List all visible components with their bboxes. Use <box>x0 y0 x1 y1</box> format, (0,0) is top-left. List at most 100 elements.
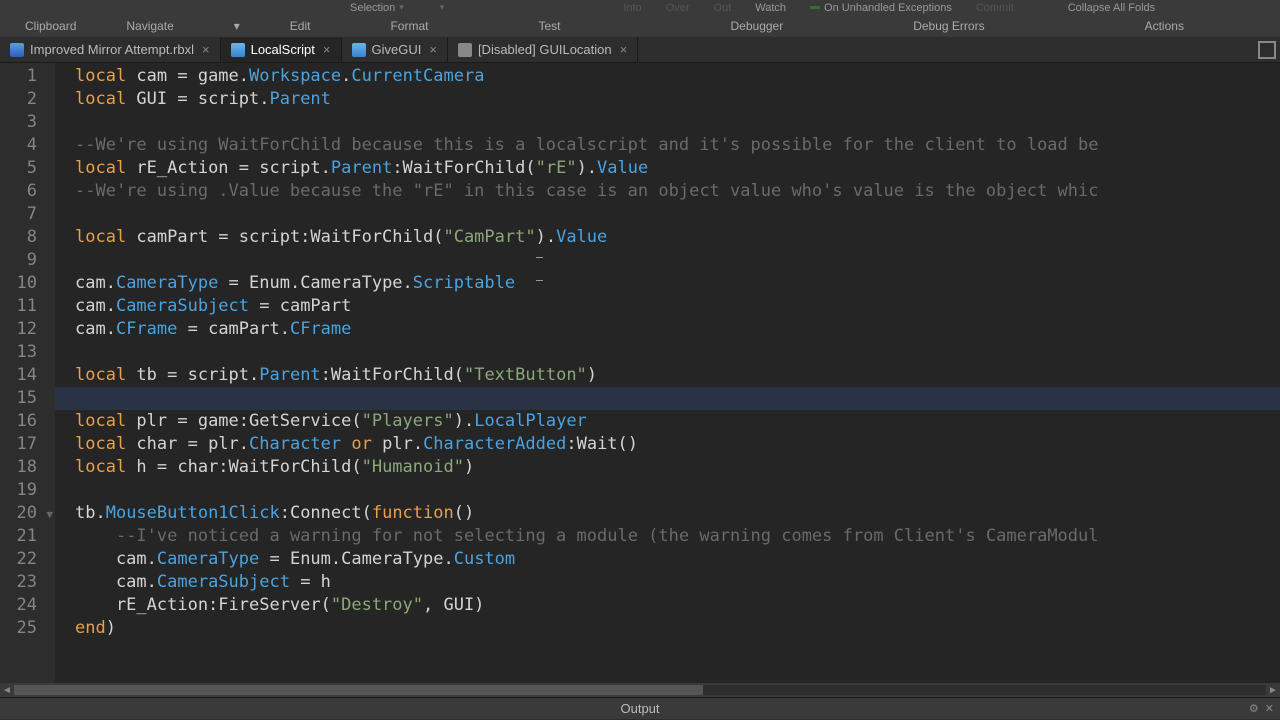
exception-toggle[interactable]: On Unhandled Exceptions <box>798 0 964 15</box>
chevron-down-icon: ▾ <box>399 2 404 13</box>
output-label: Output <box>620 701 659 716</box>
code-line[interactable]: local char = plr.Character or plr.Charac… <box>55 433 1280 456</box>
line-number: 16 <box>0 410 55 433</box>
line-number: 23 <box>0 571 55 594</box>
code-line[interactable]: local tb = script.Parent:WaitForChild("T… <box>55 364 1280 387</box>
close-icon[interactable]: × <box>323 42 331 57</box>
clipboard-group[interactable]: Clipboard <box>0 15 101 37</box>
code-line[interactable]: cam.CameraType = Enum.CameraType.Custom <box>55 548 1280 571</box>
line-number: 3 <box>0 111 55 134</box>
code-line[interactable]: --We're using WaitForChild because this … <box>55 134 1280 157</box>
code-line[interactable]: cam.CameraType = Enum.CameraType.Scripta… <box>55 272 1280 295</box>
close-icon[interactable]: × <box>620 42 628 57</box>
line-number: 8 <box>0 226 55 249</box>
tab-label: LocalScript <box>251 42 315 57</box>
code-line[interactable] <box>55 249 1280 272</box>
line-number: 2 <box>0 88 55 111</box>
chevron-down-icon: ▾ <box>440 2 445 13</box>
scroll-right-icon[interactable]: ► <box>1266 685 1280 696</box>
code-area[interactable]: local cam = game.Workspace.CurrentCamera… <box>55 63 1280 683</box>
watch-button[interactable]: Watch <box>743 0 798 15</box>
line-number: 10 <box>0 272 55 295</box>
line-number: 5 <box>0 157 55 180</box>
chevron-down-icon[interactable]: ▾ <box>234 19 240 33</box>
actions-group[interactable]: Actions <box>1120 15 1209 37</box>
code-line[interactable]: tb.MouseButton1Click:Connect(function() <box>55 502 1280 525</box>
line-number: 24 <box>0 594 55 617</box>
line-number: 12 <box>0 318 55 341</box>
code-line[interactable]: end) <box>55 617 1280 640</box>
code-line[interactable]: cam.CameraSubject = camPart <box>55 295 1280 318</box>
line-number: 7 <box>0 203 55 226</box>
code-line[interactable]: local h = char:WaitForChild("Humanoid") <box>55 456 1280 479</box>
debug-errors-group[interactable]: Debug Errors <box>888 15 1009 37</box>
output-settings-icon[interactable]: ⚙ <box>1249 702 1259 715</box>
debugger-group[interactable]: Debugger <box>706 15 809 37</box>
step-into-button[interactable]: Into <box>611 0 653 15</box>
code-line[interactable] <box>55 203 1280 226</box>
document-tab[interactable]: Improved Mirror Attempt.rbxl × <box>0 37 221 62</box>
code-line[interactable]: local cam = game.Workspace.CurrentCamera <box>55 65 1280 88</box>
edit-group[interactable]: Edit <box>265 15 336 37</box>
output-panel-header[interactable]: Output ⚙ ✕ <box>0 697 1280 719</box>
code-line[interactable]: --We're using .Value because the "rE" in… <box>55 180 1280 203</box>
code-line[interactable] <box>55 111 1280 134</box>
script-icon <box>231 43 245 57</box>
line-number: 18 <box>0 456 55 479</box>
format-group[interactable]: Format <box>365 15 453 37</box>
ribbon-row-1: Selection▾ ▾ Into Over Out Watch On Unha… <box>0 0 1280 15</box>
code-line[interactable]: local plr = game:GetService("Players").L… <box>55 410 1280 433</box>
commit-button[interactable]: Commit <box>964 0 1026 15</box>
code-line[interactable]: --I've noticed a warning for not selecti… <box>55 525 1280 548</box>
line-number: 6 <box>0 180 55 203</box>
tab-label: GiveGUI <box>372 42 422 57</box>
document-tab[interactable]: [Disabled] GUILocation × <box>448 37 638 62</box>
selection-menu[interactable]: Selection▾ <box>338 0 416 15</box>
scroll-track[interactable] <box>14 685 1266 695</box>
step-over-button[interactable]: Over <box>654 0 702 15</box>
line-number: 19 <box>0 479 55 502</box>
line-number: 1 <box>0 65 55 88</box>
line-number: 17 <box>0 433 55 456</box>
line-number: 13 <box>0 341 55 364</box>
document-tab[interactable]: GiveGUI × <box>342 37 448 62</box>
test-group[interactable]: Test <box>513 15 585 37</box>
code-line[interactable]: local camPart = script:WaitForChild("Cam… <box>55 226 1280 249</box>
line-gutter: 1234567891011121314151617181920▼21222324… <box>0 63 55 683</box>
code-editor[interactable]: 1234567891011121314151617181920▼21222324… <box>0 63 1280 683</box>
tab-tools <box>1254 37 1280 62</box>
code-line[interactable] <box>55 341 1280 364</box>
code-line[interactable] <box>55 479 1280 502</box>
fold-icon[interactable]: ▼ <box>46 508 53 521</box>
tab-label: [Disabled] GUILocation <box>478 42 612 57</box>
code-line[interactable]: cam.CameraSubject = h <box>55 571 1280 594</box>
scroll-left-icon[interactable]: ◄ <box>0 685 14 696</box>
code-line[interactable]: local GUI = script.Parent <box>55 88 1280 111</box>
scroll-thumb[interactable] <box>14 685 703 695</box>
line-number: 25 <box>0 617 55 640</box>
text-cursor-icon <box>539 261 540 277</box>
collapse-folds-button[interactable]: Collapse All Folds <box>1056 0 1167 15</box>
document-tab[interactable]: LocalScript × <box>221 37 342 62</box>
line-number: 14 <box>0 364 55 387</box>
tab-label: Improved Mirror Attempt.rbxl <box>30 42 194 57</box>
output-close-icon[interactable]: ✕ <box>1265 702 1274 715</box>
step-out-button[interactable]: Out <box>702 0 744 15</box>
dropdown-toggle[interactable]: ▾ <box>424 0 457 15</box>
line-number: 21 <box>0 525 55 548</box>
line-number: 4 <box>0 134 55 157</box>
script-icon <box>352 43 366 57</box>
code-line[interactable]: rE_Action:FireServer("Destroy", GUI) <box>55 594 1280 617</box>
horizontal-scrollbar[interactable]: ◄ ► <box>0 683 1280 697</box>
line-number: 15 <box>0 387 55 410</box>
close-icon[interactable]: × <box>202 42 210 57</box>
line-number: 9 <box>0 249 55 272</box>
line-number: 22 <box>0 548 55 571</box>
close-icon[interactable]: × <box>429 42 437 57</box>
layout-toggle-icon[interactable] <box>1258 41 1276 59</box>
code-line[interactable] <box>55 387 1280 410</box>
ribbon-row-2: Clipboard Navigate ▾ Edit Format Test De… <box>0 15 1280 37</box>
code-line[interactable]: cam.CFrame = camPart.CFrame <box>55 318 1280 341</box>
code-line[interactable]: local rE_Action = script.Parent:WaitForC… <box>55 157 1280 180</box>
navigate-group[interactable]: Navigate <box>101 15 198 37</box>
